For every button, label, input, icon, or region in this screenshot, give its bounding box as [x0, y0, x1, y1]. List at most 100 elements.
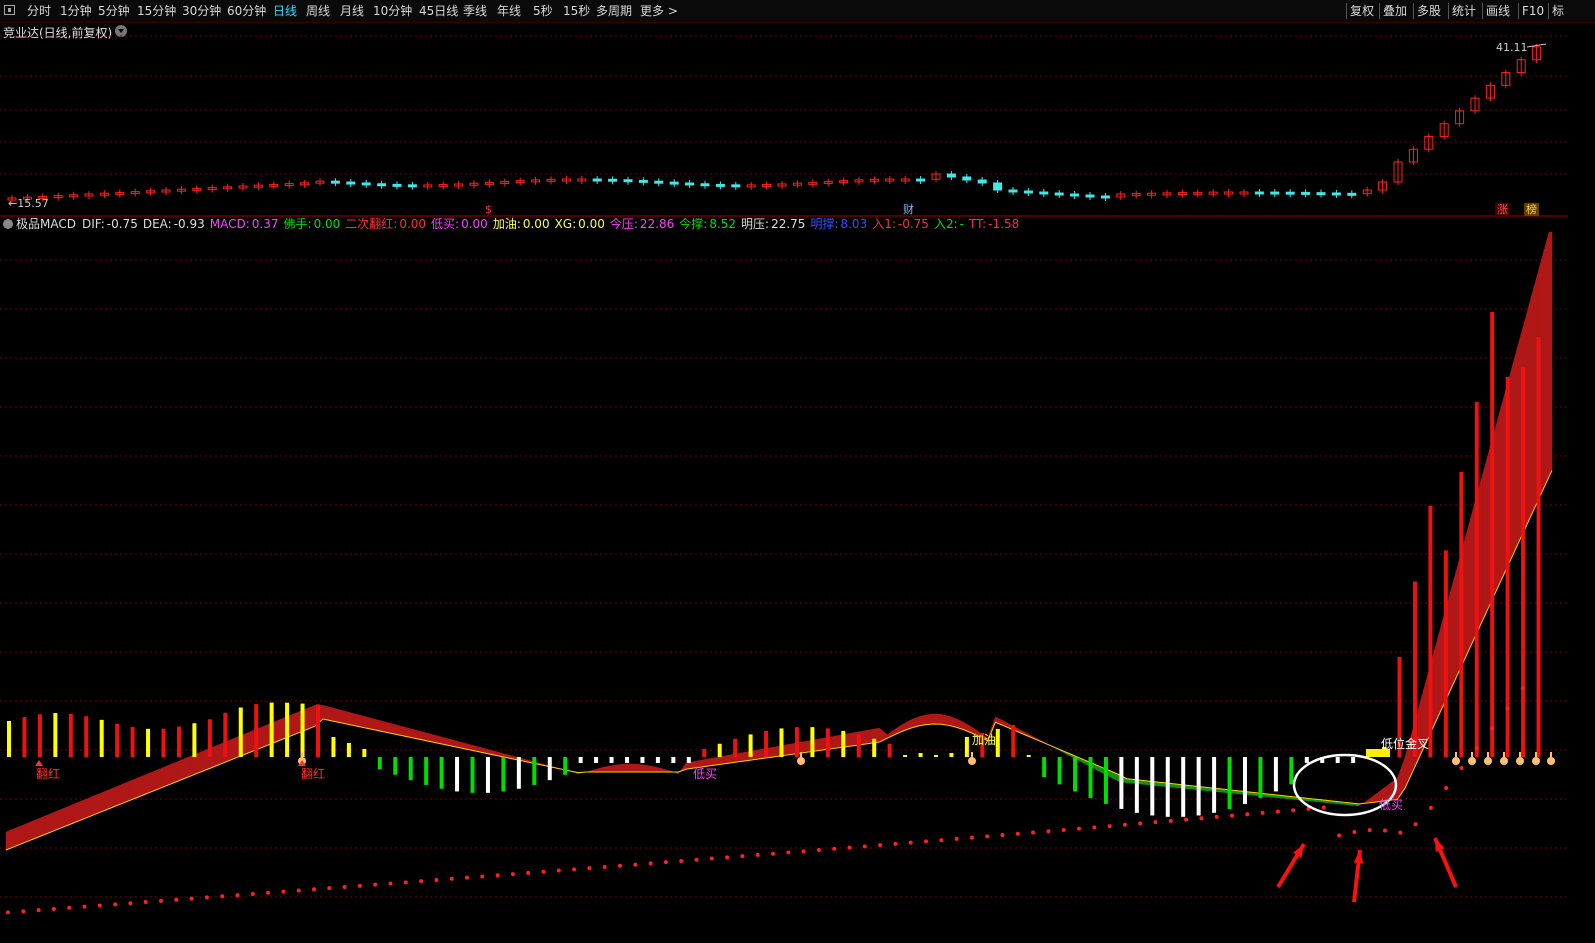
indicator-field-9: 今撑: 8.52	[679, 217, 736, 231]
trend-dot	[1168, 818, 1173, 823]
macd-histogram-bar	[53, 713, 58, 757]
indicator-field-label: 明撑:	[810, 217, 839, 231]
macd-indicator-chart[interactable]	[0, 232, 1568, 943]
period-tab-3[interactable]: 15分钟	[137, 3, 176, 19]
hand-pointer-icon	[1484, 757, 1492, 765]
toolbar-button-1[interactable]: 叠加	[1383, 3, 1407, 19]
toolbar-button-5[interactable]: F10	[1522, 3, 1544, 19]
trend-dot	[679, 858, 684, 863]
toolbar-button-6[interactable]: 标	[1552, 3, 1564, 19]
macd-histogram-bar	[625, 757, 629, 763]
period-tab-14[interactable]: 15秒	[563, 3, 590, 19]
period-tab-13[interactable]: 5秒	[533, 3, 553, 19]
macd-histogram-bar	[377, 757, 382, 769]
period-tab-15[interactable]: 多周期	[596, 3, 632, 19]
candle-body	[1285, 191, 1295, 195]
indicator-field-value: 0.37	[251, 217, 279, 231]
macd-ribbon-segment	[276, 717, 285, 742]
hand-pointer-icon	[1547, 757, 1555, 765]
period-tab-12[interactable]: 年线	[497, 3, 521, 19]
toolbar-button-3[interactable]: 统计	[1452, 3, 1476, 19]
indicator-field-0: DIF: -0.75	[82, 217, 138, 231]
hand-pointer-finger	[1550, 752, 1552, 758]
trend-dot	[1092, 825, 1097, 830]
trend-dot	[924, 839, 928, 844]
macd-ribbon-segment	[199, 749, 208, 773]
hand-pointer-finger	[1503, 752, 1505, 758]
candle-body	[962, 176, 972, 181]
signal-label-jiayou: 加油	[972, 733, 997, 747]
toolbar-button-2[interactable]: 多股	[1417, 3, 1441, 19]
macd-histogram-bar	[439, 757, 444, 789]
period-tab-1[interactable]: 1分钟	[60, 3, 92, 19]
trend-dot	[1031, 830, 1036, 835]
indicator-field-value: -0.93	[173, 217, 205, 231]
macd-ribbon-segment	[330, 707, 339, 723]
period-tab-0[interactable]: 分时	[27, 3, 51, 19]
macd-histogram-bar	[1474, 402, 1479, 757]
indicator-field-4: 二次翻红: 0.00	[345, 217, 426, 231]
trend-dot	[1337, 833, 1342, 838]
indicator-field-value: 0.00	[399, 217, 427, 231]
macd-histogram-bar	[207, 719, 212, 757]
macd-histogram-bar	[176, 726, 181, 757]
period-tab-7[interactable]: 周线	[306, 3, 330, 19]
macd-histogram-bar	[1443, 550, 1448, 757]
candle-body	[592, 178, 602, 182]
macd-histogram-bar	[1134, 757, 1139, 813]
indicator-field-2: MACD: 0.37	[210, 217, 279, 231]
trend-dot	[143, 900, 148, 905]
toolbar-separator	[1518, 3, 1519, 19]
price-chart[interactable]: 41.11 ←15.57 $ 财 涨 榜	[0, 22, 1568, 217]
macd-ribbon-segment	[137, 774, 146, 798]
period-tab-16[interactable]: 更多 >	[640, 3, 678, 19]
toolbar-button-4[interactable]: 画线	[1486, 3, 1510, 19]
period-tab-5[interactable]: 60分钟	[227, 3, 266, 19]
indicator-field-label: 今撑:	[679, 217, 708, 231]
trend-dot	[1490, 726, 1495, 731]
candle-body	[715, 183, 725, 187]
period-tab-10[interactable]: 45日线	[419, 3, 458, 19]
period-tab-6[interactable]: 日线	[273, 3, 297, 19]
macd-ribbon-segment	[52, 809, 61, 832]
trend-dot	[1000, 833, 1005, 838]
trend-dot	[954, 836, 959, 841]
macd-ribbon-segment	[44, 812, 53, 835]
trend-dot	[939, 838, 944, 843]
macd-histogram-bar	[408, 757, 413, 781]
trend-dot	[786, 850, 791, 855]
candle-body	[1301, 191, 1311, 195]
signal-label-fanhong-2: 翻红	[301, 767, 326, 781]
macd-histogram-bar	[887, 743, 892, 757]
macd-histogram-bar	[655, 757, 660, 763]
hand-pointer-finger	[301, 752, 303, 758]
macd-histogram-bar	[1212, 757, 1217, 813]
trend-dot	[449, 876, 454, 881]
period-tab-2[interactable]: 5分钟	[98, 3, 130, 19]
period-tab-11[interactable]: 季线	[463, 3, 487, 19]
macd-histogram-bar	[1026, 755, 1031, 757]
trend-dot	[204, 895, 209, 900]
macd-ribbon-segment	[631, 763, 641, 773]
macd-ribbon-segment	[338, 709, 347, 725]
trend-dot	[908, 840, 913, 845]
macd-histogram-bar	[872, 738, 877, 757]
period-tab-8[interactable]: 月线	[340, 3, 364, 19]
panel-toggle-icon[interactable]	[4, 5, 15, 15]
toolbar-button-0[interactable]: 复权	[1350, 3, 1374, 19]
candle-body	[685, 182, 695, 186]
trend-dot	[342, 884, 347, 889]
indicator-header: 极品MACD DIF: -0.75 DEA: -0.93 MACD: 0.37 佛手: 0.00…	[3, 217, 1029, 232]
period-tab-4[interactable]: 30分钟	[182, 3, 221, 19]
candle-body	[654, 180, 664, 184]
event-mark-3: 榜	[1526, 202, 1537, 216]
macd-histogram-bar	[764, 730, 769, 757]
macd-ribbon-segment	[1482, 446, 1491, 621]
signal-label-fanhong: 翻红	[36, 767, 61, 781]
period-tab-9[interactable]: 10分钟	[373, 3, 412, 19]
indicator-settings-icon[interactable]	[3, 219, 13, 229]
macd-ribbon-segment	[98, 790, 107, 814]
trend-dot	[51, 906, 56, 911]
trend-dot	[373, 882, 378, 887]
macd-ribbon-segment	[322, 704, 331, 721]
